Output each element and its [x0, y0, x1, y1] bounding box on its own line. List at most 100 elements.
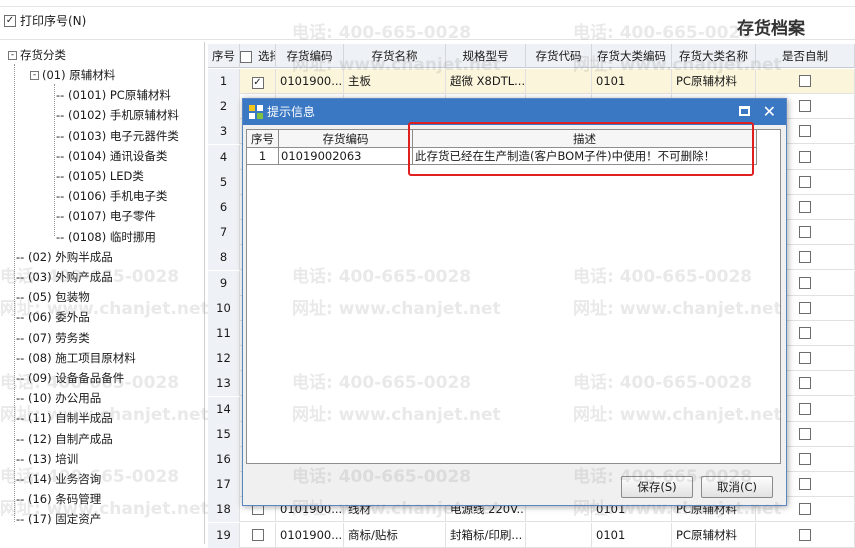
tree-node[interactable]: -- (13) 培训 [16, 450, 78, 468]
column-header[interactable]: 选择 [240, 44, 276, 68]
column-header[interactable]: 存货大类名称 [672, 44, 756, 68]
dialog-grid[interactable]: 序号 存货编码 描述 1 01019002063 此存货已经在生产制造(客户BO… [246, 129, 781, 464]
tree-branch: -- [56, 209, 68, 224]
self-made-checkbox[interactable] [799, 301, 811, 314]
column-header[interactable]: 存货名称 [344, 44, 446, 68]
column-header[interactable]: 规格型号 [446, 44, 526, 68]
self-made-checkbox[interactable] [799, 503, 811, 516]
row-number: 18 [208, 497, 240, 523]
tree-branch: -- [16, 472, 28, 486]
self-made-checkbox[interactable] [799, 352, 811, 365]
print-seq-checkbox[interactable]: ✓ 打印序号(N) [4, 12, 86, 29]
row-number: 2 [208, 94, 240, 120]
column-header[interactable]: 序号 [208, 44, 240, 68]
self-made-checkbox[interactable] [799, 201, 811, 213]
tree-node[interactable]: -- (0104) 通讯设备类 [56, 147, 167, 165]
table-cell[interactable]: 超微 X8DTL... [446, 69, 526, 94]
tree-node-label: 存货分类 [20, 48, 66, 62]
self-made-checkbox[interactable] [799, 100, 811, 113]
dialog-cell-num: 1 [247, 148, 279, 165]
tree-node-root[interactable]: - 存货分类 [8, 46, 66, 64]
row-number: 3 [208, 119, 240, 145]
column-header[interactable]: 存货大类编码 [592, 44, 672, 68]
tree-node-label: (16) 条码管理 [27, 492, 102, 507]
tree-node[interactable]: -- (11) 自制半成品 [16, 409, 113, 427]
dialog-cell-code: 01019002063 [279, 148, 413, 165]
annotation-highlight-box [408, 122, 754, 176]
tree-node-label: (0105) LED类 [67, 169, 144, 183]
row-number: 13 [208, 371, 240, 397]
cancel-button[interactable]: 取消(C) [701, 476, 773, 498]
column-header[interactable]: 是否自制 [756, 44, 855, 68]
tree-node[interactable]: -- (05) 包装物 [16, 288, 90, 306]
tree-node[interactable]: -- (08) 施工项目原材料 [16, 349, 136, 367]
self-made-checkbox[interactable] [799, 276, 811, 289]
tree-branch: -- [56, 169, 68, 183]
column-header[interactable]: 存货代码 [526, 44, 592, 68]
collapse-icon[interactable]: - [8, 51, 17, 60]
row-number: 16 [208, 447, 240, 472]
tree-node[interactable]: -- (02) 外购半成品 [16, 248, 113, 266]
self-made-checkbox[interactable] [799, 377, 811, 390]
tree-node[interactable]: -- (0101) PC原辅材料 [56, 86, 171, 104]
maximize-icon[interactable] [739, 106, 750, 116]
row-select-checkbox[interactable]: ✓ [251, 77, 264, 89]
tree-node[interactable]: -- (0106) 手机电子类 [56, 187, 167, 205]
row-number: 12 [208, 346, 240, 372]
table-row[interactable]: 1 ✓ 0101900... 主板 超微 X8DTL... 0101 PC原辅材料 [208, 69, 855, 94]
tree-node[interactable]: -- (17) 固定资产 [16, 510, 101, 528]
tree-node[interactable]: -- (03) 外购产成品 [16, 268, 113, 286]
save-button[interactable]: 保存(S) [621, 476, 693, 498]
self-made-checkbox[interactable] [799, 453, 811, 465]
tree-branch: -- [16, 431, 28, 446]
table-cell[interactable]: 0101 [592, 69, 672, 94]
tree-node-label: (0104) 通讯设备类 [67, 148, 168, 163]
tree-node[interactable]: -- (16) 条码管理 [16, 490, 101, 508]
tree-node-label: (0108) 临时挪用 [67, 229, 156, 244]
table-cell[interactable]: 主板 [344, 69, 446, 94]
tree-node[interactable]: -- (07) 劳务类 [16, 329, 90, 347]
self-made-checkbox[interactable] [799, 402, 811, 415]
self-made-checkbox[interactable] [799, 150, 811, 163]
self-made-checkbox[interactable] [799, 75, 811, 87]
select-all-checkbox[interactable] [240, 50, 252, 63]
category-tree[interactable]: - 存货分类 - (01) 原辅材料 -- (0101) PC原辅材料 -- (0102)… [0, 42, 205, 544]
self-made-checkbox[interactable] [799, 251, 811, 264]
tree-node[interactable]: -- (10) 办公用品 [16, 389, 101, 407]
tree-node[interactable]: -- (0102) 手机原辅材料 [56, 106, 179, 124]
table-cell[interactable]: 0101900... [276, 69, 344, 94]
row-select-checkbox[interactable] [251, 528, 264, 541]
tree-node[interactable]: - (01) 原辅材料 [30, 66, 115, 84]
self-made-checkbox[interactable] [799, 327, 811, 339]
self-made-checkbox[interactable] [799, 427, 811, 440]
tree-node[interactable]: -- (06) 委外品 [16, 308, 90, 326]
table-cell[interactable] [526, 69, 592, 94]
self-made-checkbox[interactable] [799, 226, 811, 239]
tree-node-label: (08) 施工项目原材料 [27, 350, 136, 365]
select-cell[interactable]: ✓ [240, 69, 276, 94]
tree-branch: -- [16, 411, 28, 426]
tree-node[interactable]: -- (0103) 电子元器件类 [56, 127, 179, 145]
row-number: 1 [208, 69, 240, 94]
row-number: 15 [208, 421, 240, 447]
close-icon[interactable]: ✕ [763, 99, 776, 125]
column-header[interactable]: 存货编码 [276, 44, 344, 68]
self-made-checkbox[interactable] [799, 478, 811, 491]
self-made-cell[interactable] [756, 69, 855, 94]
tree-node-label: (0106) 手机电子类 [67, 189, 168, 204]
tree-node[interactable]: -- (14) 业务咨询 [16, 470, 101, 488]
table-cell[interactable]: PC原辅材料 [672, 69, 756, 94]
checkbox-icon[interactable]: ✓ [4, 14, 16, 27]
collapse-icon[interactable]: - [30, 71, 39, 80]
tree-node[interactable]: -- (12) 自制产成品 [16, 430, 113, 448]
self-made-checkbox[interactable] [799, 125, 811, 138]
tree-node[interactable]: -- (0107) 电子零件 [56, 207, 156, 225]
tree-branch: -- [16, 270, 28, 284]
self-made-checkbox[interactable] [799, 175, 811, 188]
tree-branch: -- [16, 512, 28, 527]
tree-node[interactable]: -- (0108) 临时挪用 [56, 228, 156, 246]
tree-branch: -- [16, 451, 28, 466]
self-made-checkbox[interactable] [799, 528, 811, 541]
tree-node[interactable]: -- (0105) LED类 [56, 167, 144, 185]
tree-node[interactable]: -- (09) 设备备品备件 [16, 369, 124, 387]
